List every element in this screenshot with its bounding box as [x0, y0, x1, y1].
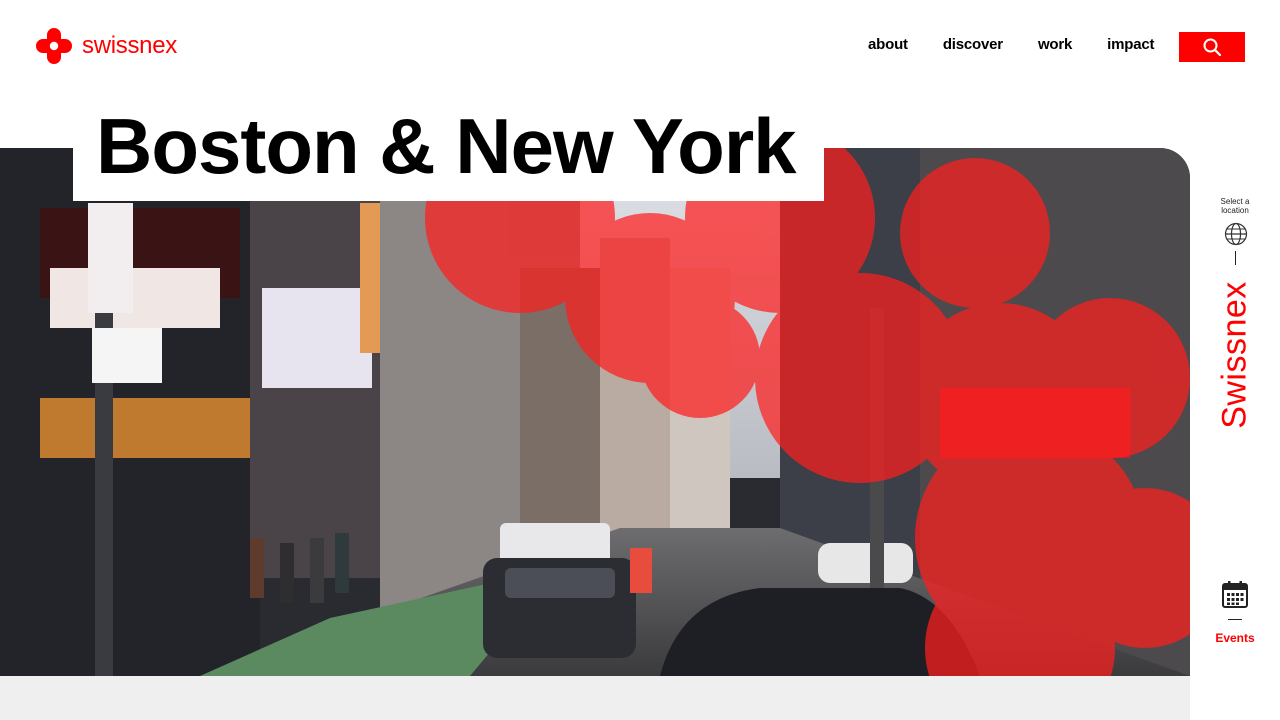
- vertical-brand-text: Swissnex: [1215, 281, 1254, 429]
- page-title: Boston & New York: [96, 101, 797, 190]
- nav-impact[interactable]: impact: [1107, 36, 1154, 53]
- content-band: [0, 676, 1190, 720]
- select-location-line1: Select a: [1220, 197, 1250, 206]
- nav-discover[interactable]: discover: [943, 36, 1003, 53]
- search-button[interactable]: [1179, 32, 1245, 62]
- select-location-label[interactable]: Select a location: [1190, 197, 1280, 215]
- nav-work[interactable]: work: [1038, 36, 1072, 53]
- nav-about[interactable]: about: [868, 36, 908, 53]
- city-street-photo: [0, 148, 1190, 676]
- select-location-line2: location: [1221, 206, 1249, 215]
- logo-wordmark: swissnex: [82, 32, 177, 59]
- swissnex-logo-icon: [36, 28, 72, 64]
- main-nav: about discover work impact: [868, 36, 1155, 53]
- rail-divider: [1235, 251, 1236, 265]
- hero-image: [0, 148, 1190, 676]
- globe-icon[interactable]: [1224, 222, 1248, 246]
- calendar-icon[interactable]: [1222, 580, 1248, 608]
- swissnex-logo[interactable]: swissnex: [34, 26, 177, 66]
- search-icon: [1203, 38, 1222, 57]
- events-link[interactable]: Events: [1190, 631, 1280, 645]
- events-divider: [1228, 619, 1242, 620]
- hero-title-box: Boston & New York: [73, 90, 824, 201]
- page: swissnex about discover work impact Bost…: [0, 0, 1280, 720]
